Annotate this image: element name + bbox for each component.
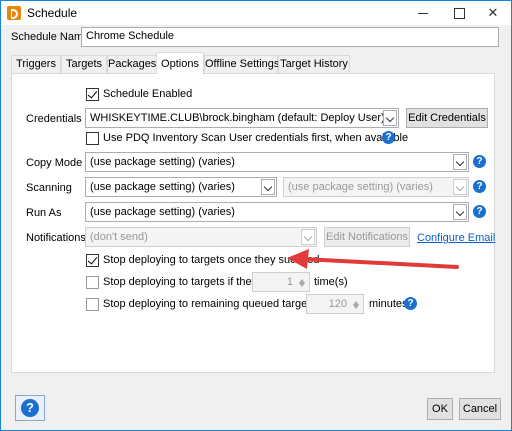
configure-email-link[interactable]: Configure Email	[417, 232, 495, 244]
credentials-label: Credentials	[26, 113, 82, 125]
schedule-enabled-checkbox[interactable]	[86, 88, 99, 101]
ok-button[interactable]: OK	[427, 398, 453, 420]
pdq-app-icon	[7, 6, 21, 20]
window-title: Schedule	[27, 6, 78, 20]
minimize-button[interactable]	[405, 1, 441, 25]
use-pdq-inventory-checkbox[interactable]	[86, 132, 99, 145]
help-icon[interactable]: ?	[404, 297, 417, 310]
copy-mode-value: (use package setting) (varies)	[90, 156, 235, 168]
credentials-value: WHISKEYTIME.CLUB\brock.bingham (default:…	[90, 112, 385, 124]
chevron-down-icon	[453, 179, 467, 195]
tab-options[interactable]: Options	[156, 52, 204, 74]
fail-count-value: 1	[286, 276, 293, 288]
chevron-down-icon	[301, 229, 315, 245]
scanning-secondary-value: (use package setting) (varies)	[288, 181, 433, 193]
queued-minutes-suffix: minutes	[369, 298, 408, 310]
schedule-enabled-label: Schedule Enabled	[103, 88, 193, 100]
tab-targets[interactable]: Targets	[61, 55, 107, 73]
tab-offline-settings[interactable]: Offline Settings	[204, 55, 279, 73]
help-button[interactable]: ?	[15, 395, 45, 421]
queued-minutes-value: 120	[328, 298, 347, 310]
close-button[interactable]: ✕	[475, 1, 511, 25]
help-icon[interactable]: ?	[473, 155, 486, 168]
scanning-secondary-dropdown[interactable]: (use package setting) (varies)	[283, 177, 469, 197]
spin-arrows-icon[interactable]	[297, 275, 307, 289]
maximize-button[interactable]	[441, 1, 477, 25]
chevron-down-icon	[453, 204, 467, 220]
help-icon[interactable]: ?	[473, 205, 486, 218]
schedule-name-input[interactable]: Chrome Schedule	[81, 27, 499, 47]
copy-mode-dropdown[interactable]: (use package setting) (varies)	[85, 152, 469, 172]
copy-mode-label: Copy Mode	[26, 157, 83, 169]
notifications-dropdown[interactable]: (don't send)	[85, 227, 317, 247]
chevron-down-icon	[261, 179, 275, 195]
queued-minutes-stepper[interactable]: 120	[306, 294, 364, 314]
spin-arrows-icon[interactable]	[351, 297, 361, 311]
use-pdq-inventory-label: Use PDQ Inventory Scan User credentials …	[103, 132, 409, 144]
scanning-dropdown[interactable]: (use package setting) (varies)	[85, 177, 277, 197]
help-icon: ?	[21, 399, 39, 417]
title-bar: Schedule ✕	[1, 1, 511, 25]
help-icon[interactable]: ?	[382, 131, 395, 144]
credentials-dropdown[interactable]: WHISKEYTIME.CLUB\brock.bingham (default:…	[85, 108, 399, 128]
run-as-value: (use package setting) (varies)	[90, 206, 235, 218]
tab-packages[interactable]: Packages	[107, 55, 157, 73]
stop-on-fail-label: Stop deploying to targets if they fail	[103, 276, 275, 288]
notifications-label: Notifications	[26, 232, 86, 244]
tab-triggers[interactable]: Triggers	[11, 55, 61, 73]
stop-on-success-checkbox[interactable]	[86, 254, 99, 267]
run-as-label: Run As	[26, 207, 62, 219]
help-icon[interactable]: ?	[473, 180, 486, 193]
schedule-name-label: Schedule Name	[11, 31, 90, 43]
edit-notifications-button[interactable]: Edit Notifications	[324, 227, 410, 247]
run-as-dropdown[interactable]: (use package setting) (varies)	[85, 202, 469, 222]
annotation-arrow-icon	[287, 249, 459, 269]
scanning-value: (use package setting) (varies)	[90, 181, 235, 193]
cancel-button[interactable]: Cancel	[459, 398, 501, 420]
tab-target-history[interactable]: Target History	[278, 55, 350, 73]
fail-count-suffix: time(s)	[314, 276, 348, 288]
stop-queued-checkbox[interactable]	[86, 298, 99, 311]
stop-on-fail-checkbox[interactable]	[86, 276, 99, 289]
notifications-value: (don't send)	[90, 231, 148, 243]
edit-credentials-button[interactable]: Edit Credentials	[406, 108, 488, 128]
schedule-window: Schedule ✕ Schedule Name Chrome Schedule…	[0, 0, 512, 431]
chevron-down-icon	[383, 110, 397, 126]
scanning-label: Scanning	[26, 182, 72, 194]
chevron-down-icon	[453, 154, 467, 170]
